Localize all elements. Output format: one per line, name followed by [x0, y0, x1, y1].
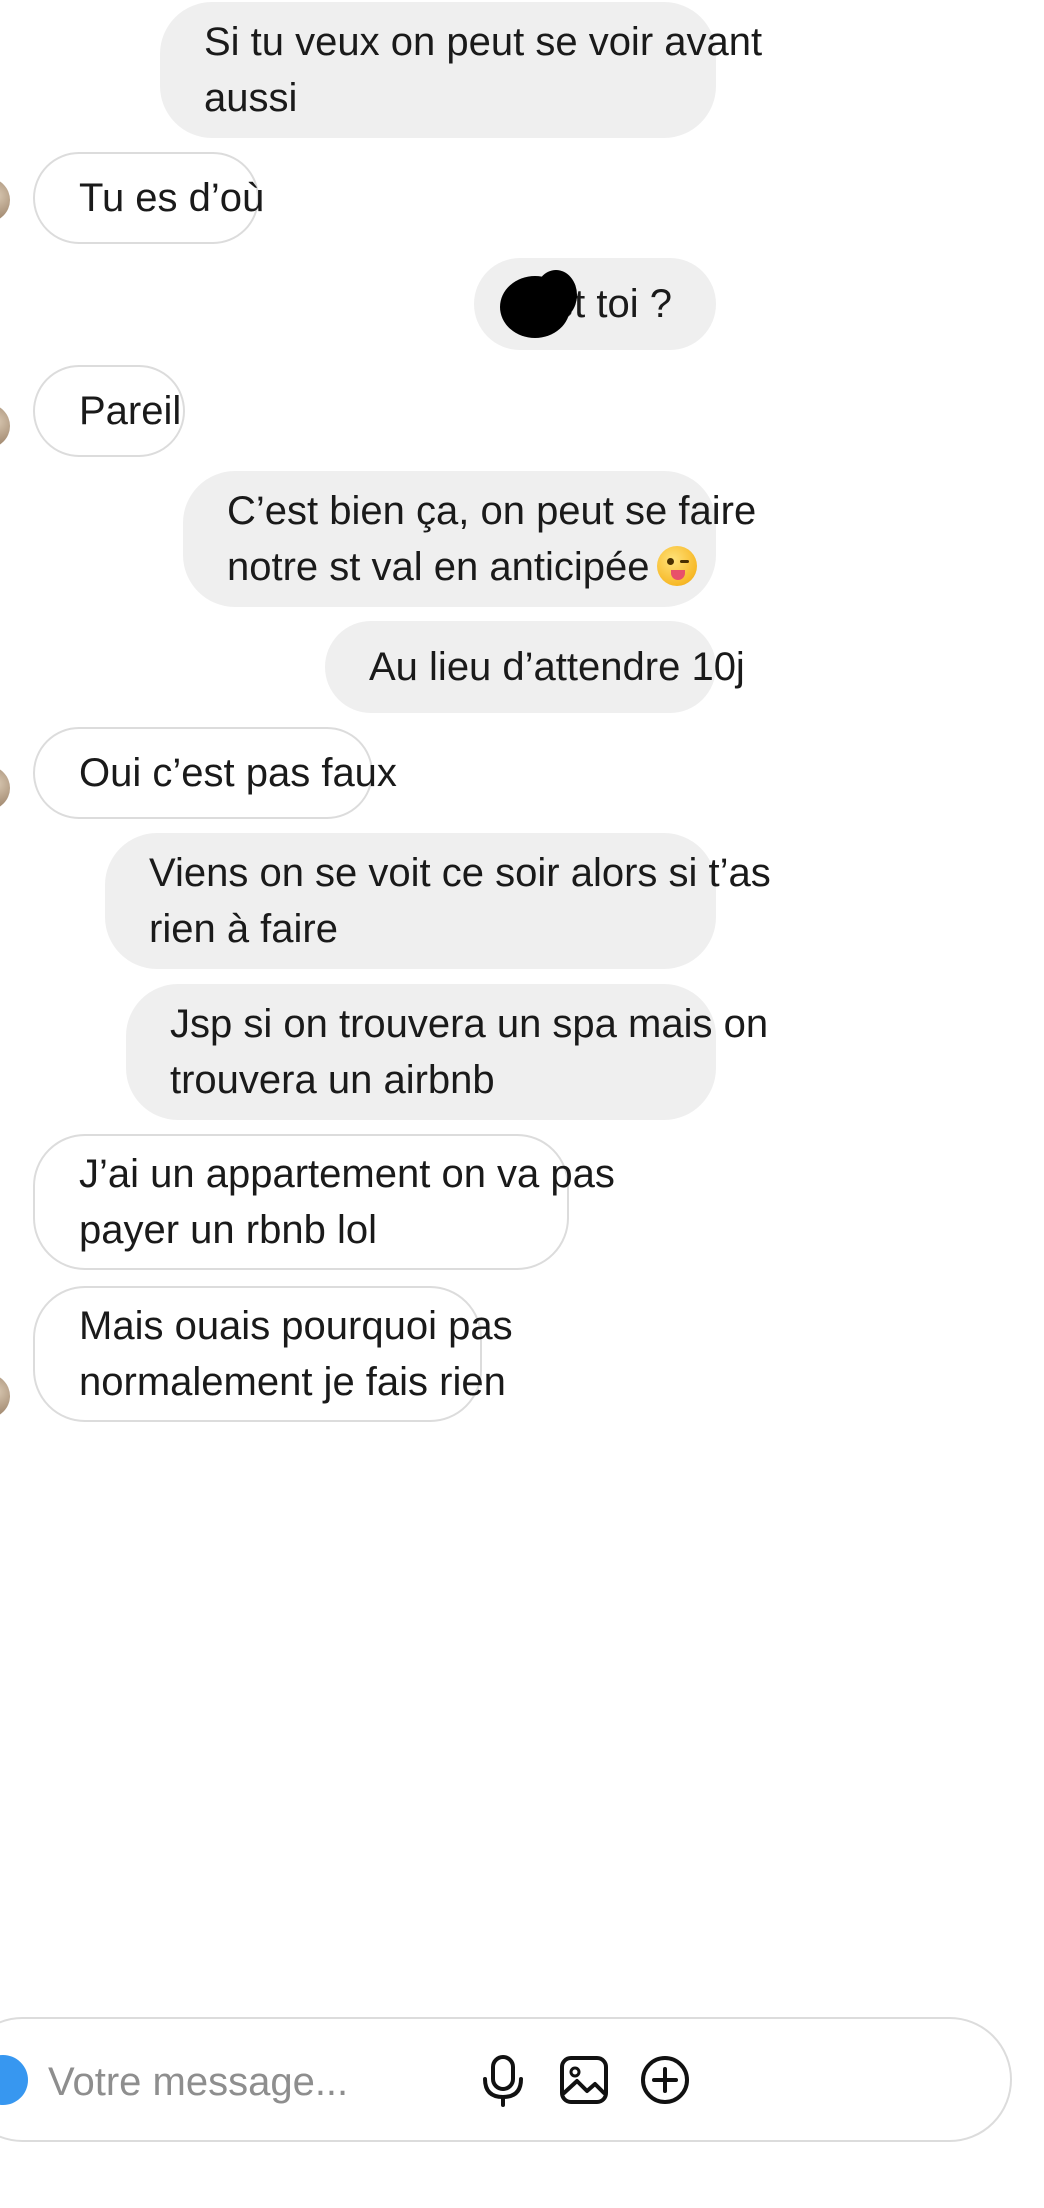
message-bubble-sent[interactable]: Si tu veux on peut se voir avant aussi: [160, 2, 763, 138]
message-bubble-sent[interactable]: Au lieu d’attendre 10j: [325, 621, 745, 713]
message-bubble-sent[interactable]: C’est bien ça, on peut se faire notre st…: [183, 471, 757, 607]
message-bubble-received[interactable]: Oui c’est pas faux: [33, 727, 397, 819]
sender-avatar[interactable]: [0, 766, 10, 810]
message-line: Mais ouais pourquoi pas: [79, 1304, 513, 1348]
winking-tongue-emoji: [657, 546, 698, 586]
message-bubble-received[interactable]: Pareil: [33, 365, 185, 457]
message-line: Au lieu d’attendre 10j: [369, 645, 745, 689]
message-line: Viens on se voit ce soir alors si t’as: [149, 851, 771, 895]
message-line: Si tu veux on peut se voir avant: [204, 20, 763, 64]
message-line: rien à faire: [149, 907, 338, 951]
message-input[interactable]: Votre message...: [48, 2054, 348, 2110]
message-line: notre st val en anticipée: [227, 545, 650, 589]
message-line: Jsp si on trouvera un spa mais on: [170, 1002, 769, 1046]
message-line: normalement je fais rien: [79, 1360, 506, 1404]
message-bubble-received[interactable]: J’ai un appartement on va pas payer un r…: [33, 1134, 615, 1270]
message-line: trouvera un airbnb: [170, 1058, 495, 1102]
message-bubble-received[interactable]: Tu es d’où: [33, 152, 265, 244]
microphone-icon[interactable]: [470, 2047, 536, 2113]
sender-avatar[interactable]: [0, 178, 10, 222]
redaction-mark: [535, 270, 577, 320]
message-line-with-emoji: notre st val en anticipée: [227, 539, 698, 595]
message-line: aussi: [204, 76, 298, 120]
sender-avatar[interactable]: [0, 404, 10, 448]
message-bubble-received[interactable]: Mais ouais pourquoi pas normalement je f…: [33, 1286, 513, 1422]
message-line: Tu es d’où: [79, 176, 265, 220]
message-bubble-sent[interactable]: Jsp si on trouvera un spa mais on trouve…: [126, 984, 769, 1120]
message-line: Pareil: [79, 389, 182, 433]
sender-avatar[interactable]: [0, 1374, 10, 1418]
message-line: J’ai un appartement on va pas: [79, 1152, 615, 1196]
plus-circle-icon[interactable]: [632, 2047, 698, 2113]
message-bubble-sent[interactable]: Viens on se voit ce soir alors si t’as r…: [105, 833, 771, 969]
message-line: C’est bien ça, on peut se faire: [227, 489, 757, 533]
message-line: payer un rbnb lol: [79, 1208, 377, 1252]
gallery-icon[interactable]: [551, 2047, 617, 2113]
message-line: Oui c’est pas faux: [79, 751, 397, 795]
